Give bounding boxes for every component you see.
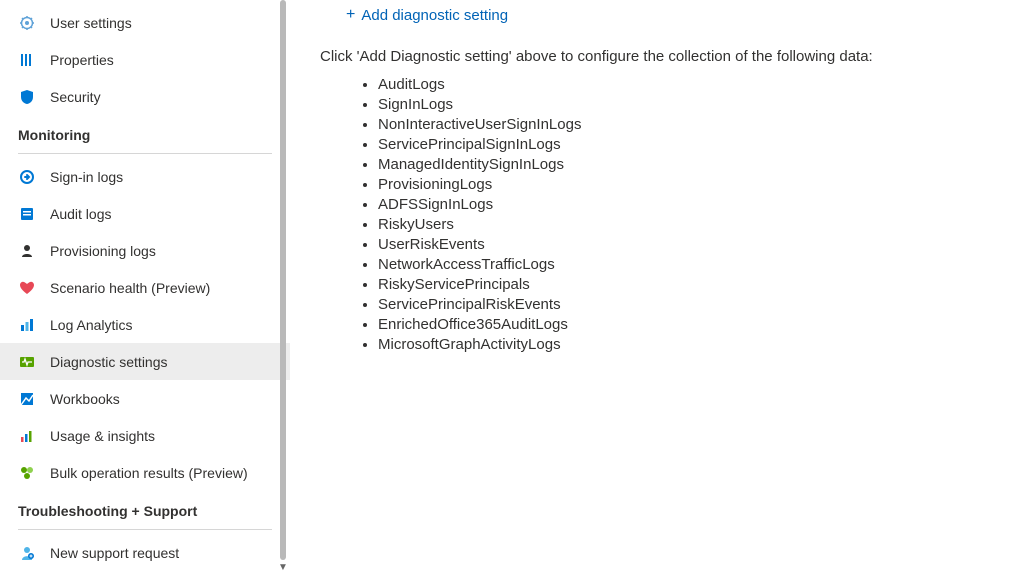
workbooks-icon bbox=[18, 390, 36, 408]
list-item: AuditLogs bbox=[378, 75, 1004, 95]
list-item: RiskyServicePrincipals bbox=[378, 275, 1004, 295]
sidebar-item-label: Audit logs bbox=[50, 206, 111, 222]
sidebar-item-label: Security bbox=[50, 89, 101, 105]
sidebar-item-label: Sign-in logs bbox=[50, 169, 123, 185]
sidebar: User settings Properties Security Monito… bbox=[0, 0, 290, 576]
main-content: + Add diagnostic setting Click 'Add Diag… bbox=[290, 0, 1024, 576]
list-item: ProvisioningLogs bbox=[378, 175, 1004, 195]
signin-icon bbox=[18, 168, 36, 186]
sidebar-item-label: Provisioning logs bbox=[50, 243, 156, 259]
sidebar-item-properties[interactable]: Properties bbox=[0, 41, 290, 78]
sidebar-item-user-settings[interactable]: User settings bbox=[0, 4, 290, 41]
sidebar-item-provisioning-logs[interactable]: Provisioning logs bbox=[0, 232, 290, 269]
description-text: Click 'Add Diagnostic setting' above to … bbox=[320, 48, 1004, 65]
sidebar-item-usage-insights[interactable]: Usage & insights bbox=[0, 417, 290, 454]
sidebar-item-label: Scenario health (Preview) bbox=[50, 280, 210, 296]
list-item: UserRiskEvents bbox=[378, 235, 1004, 255]
list-item: ADFSSignInLogs bbox=[378, 195, 1004, 215]
shield-icon bbox=[18, 88, 36, 106]
sidebar-item-label: New support request bbox=[50, 545, 179, 561]
sidebar-item-bulk-operation[interactable]: Bulk operation results (Preview) bbox=[0, 454, 290, 491]
list-item: MicrosoftGraphActivityLogs bbox=[378, 335, 1004, 355]
sidebar-item-audit-logs[interactable]: Audit logs bbox=[0, 195, 290, 232]
scrollbar[interactable] bbox=[280, 0, 286, 560]
sidebar-item-label: Workbooks bbox=[50, 391, 120, 407]
section-header-troubleshoot: Troubleshooting + Support bbox=[0, 491, 290, 525]
bulk-icon bbox=[18, 464, 36, 482]
list-item: NonInteractiveUserSignInLogs bbox=[378, 115, 1004, 135]
support-icon bbox=[18, 544, 36, 562]
insights-icon bbox=[18, 427, 36, 445]
audit-icon bbox=[18, 205, 36, 223]
list-item: ManagedIdentitySignInLogs bbox=[378, 155, 1004, 175]
list-item: SignInLogs bbox=[378, 95, 1004, 115]
sidebar-item-label: Usage & insights bbox=[50, 428, 155, 444]
sidebar-item-signin-logs[interactable]: Sign-in logs bbox=[0, 158, 290, 195]
sidebar-item-label: Diagnostic settings bbox=[50, 354, 168, 370]
list-item: EnrichedOffice365AuditLogs bbox=[378, 315, 1004, 335]
data-types-list: AuditLogs SignInLogs NonInteractiveUserS… bbox=[360, 75, 1004, 355]
divider bbox=[18, 529, 272, 530]
add-diagnostic-label: Add diagnostic setting bbox=[361, 7, 508, 24]
sidebar-item-log-analytics[interactable]: Log Analytics bbox=[0, 306, 290, 343]
sidebar-item-new-support[interactable]: New support request bbox=[0, 534, 290, 571]
properties-icon bbox=[18, 51, 36, 69]
list-item: ServicePrincipalSignInLogs bbox=[378, 135, 1004, 155]
diagnostic-icon bbox=[18, 353, 36, 371]
list-item: ServicePrincipalRiskEvents bbox=[378, 295, 1004, 315]
log-analytics-icon bbox=[18, 316, 36, 334]
sidebar-item-label: User settings bbox=[50, 15, 132, 31]
sidebar-item-workbooks[interactable]: Workbooks bbox=[0, 380, 290, 417]
scroll-down-icon[interactable]: ▼ bbox=[276, 562, 290, 576]
gear-user-icon bbox=[18, 14, 36, 32]
list-item: RiskyUsers bbox=[378, 215, 1004, 235]
sidebar-item-label: Properties bbox=[50, 52, 114, 68]
section-header-monitoring: Monitoring bbox=[0, 115, 290, 149]
list-item: NetworkAccessTrafficLogs bbox=[378, 255, 1004, 275]
divider bbox=[18, 153, 272, 154]
health-icon bbox=[18, 279, 36, 297]
sidebar-item-label: Bulk operation results (Preview) bbox=[50, 465, 248, 481]
sidebar-item-diagnostic-settings[interactable]: Diagnostic settings bbox=[0, 343, 290, 380]
sidebar-item-label: Log Analytics bbox=[50, 317, 133, 333]
plus-icon: + bbox=[346, 6, 355, 24]
add-diagnostic-button[interactable]: + Add diagnostic setting bbox=[346, 6, 508, 24]
sidebar-item-security[interactable]: Security bbox=[0, 78, 290, 115]
provisioning-icon bbox=[18, 242, 36, 260]
sidebar-item-scenario-health[interactable]: Scenario health (Preview) bbox=[0, 269, 290, 306]
